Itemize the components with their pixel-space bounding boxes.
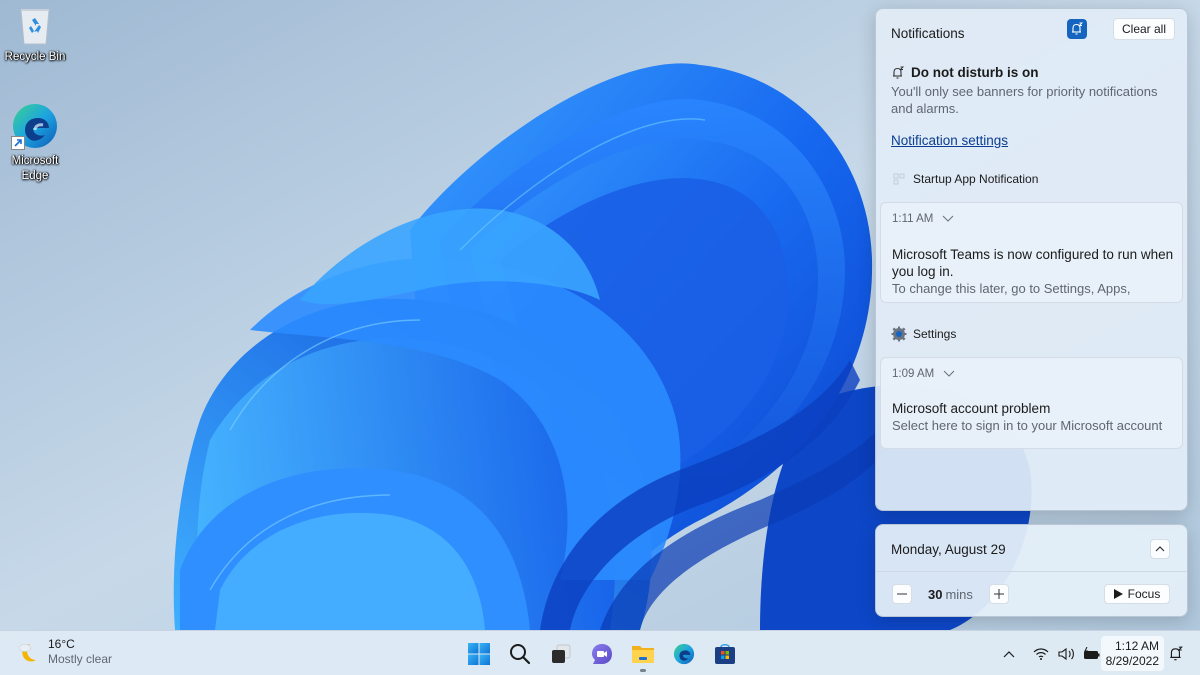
weather-temperature: 16°C	[48, 637, 75, 651]
notification-time: 1:09 AM	[892, 368, 935, 380]
file-explorer-icon	[631, 645, 654, 663]
notification-center-header: Notifications Clear all	[891, 18, 1175, 43]
focus-start-button[interactable]: Focus	[1104, 584, 1170, 604]
focus-button-label: Focus	[1127, 587, 1161, 601]
settings-gear-icon	[891, 326, 907, 342]
app-group-settings: Settings	[891, 326, 956, 342]
volume-icon	[1058, 647, 1074, 660]
notification-center: Notifications Clear all Do not disturb i…	[875, 8, 1188, 511]
taskbar-apps	[458, 631, 745, 675]
desktop-icon-label: Microsoft Edge	[11, 155, 59, 182]
weather-moon-cloud-icon	[18, 644, 36, 662]
taskbar-start-button[interactable]	[458, 631, 499, 675]
play-icon	[1113, 589, 1123, 599]
taskbar-task-view-button[interactable]	[540, 631, 581, 675]
calendar-date: Monday, August 29	[891, 542, 1006, 557]
weather-condition: Mostly clear	[48, 652, 113, 666]
plus-icon	[994, 589, 1004, 599]
notification-body: To change this later, go to Settings, Ap…	[892, 281, 1131, 296]
focus-increase-button[interactable]	[989, 584, 1009, 604]
clock-date: 8/29/2022	[1105, 653, 1159, 668]
chevron-up-icon	[1003, 650, 1015, 657]
taskbar-chat-button[interactable]	[581, 631, 622, 675]
notification-center-button[interactable]	[1165, 643, 1187, 665]
minus-icon	[897, 593, 907, 595]
dnd-title: Do not disturb is on	[911, 65, 1039, 80]
notification-title: Microsoft Teams is now configured to run…	[892, 247, 1174, 279]
edge-icon	[673, 643, 694, 664]
notification-settings-link[interactable]: Notification settings	[891, 133, 1008, 148]
desktop-icon-recycle-bin[interactable]: Recycle Bin	[0, 6, 70, 65]
app-group-label: Settings	[913, 327, 957, 341]
clear-all-button[interactable]: Clear all	[1112, 18, 1175, 40]
desktop-icon-microsoft-edge[interactable]: Microsoft Edge	[0, 102, 70, 184]
chevron-up-icon	[1155, 546, 1165, 552]
notification-center-title: Notifications	[891, 25, 965, 41]
battery-charging-icon	[1084, 646, 1100, 659]
dnd-bell-icon	[1072, 22, 1084, 35]
taskbar-file-explorer-button[interactable]	[622, 631, 663, 675]
chevron-down-icon[interactable]	[942, 215, 954, 223]
teams-chat-icon	[591, 643, 612, 664]
store-icon	[714, 643, 735, 664]
notification-body: Select here to sign in to your Microsoft…	[892, 418, 1163, 433]
wifi-icon	[1033, 647, 1049, 660]
focus-session-controls: 30 mins Focus	[891, 584, 1172, 605]
weather-widget[interactable]: 16°C Mostly clear	[14, 637, 112, 667]
calendar-collapse-button[interactable]	[1150, 539, 1170, 559]
recycle-bin-icon	[20, 9, 50, 45]
running-indicator	[639, 669, 646, 672]
taskbar-search-button[interactable]	[499, 631, 540, 675]
startup-app-icon	[891, 171, 907, 187]
dnd-status: Do not disturb is on You'll only see ban…	[891, 65, 1173, 117]
clock-time: 1:12 AM	[1114, 638, 1159, 653]
app-group-startup: Startup App Notification	[891, 171, 1038, 187]
shortcut-arrow-icon	[11, 136, 25, 150]
system-tray	[998, 631, 1104, 675]
notification-toast[interactable]: 1:09 AM Microsoft account problem Select…	[880, 357, 1183, 449]
dnd-description: You'll only see banners for priority not…	[891, 84, 1158, 116]
app-group-label: Startup App Notification	[913, 172, 1039, 186]
taskbar-edge-button[interactable]	[663, 631, 704, 675]
chevron-down-icon[interactable]	[943, 370, 955, 378]
focus-duration: 30 mins	[928, 587, 973, 602]
focus-unit: mins	[945, 587, 973, 602]
wifi-status[interactable]	[1026, 640, 1056, 668]
taskbar-store-button[interactable]	[704, 631, 745, 675]
dnd-bell-icon	[1170, 646, 1183, 661]
volume-control[interactable]	[1056, 640, 1078, 668]
focus-decrease-button[interactable]	[892, 584, 912, 604]
dnd-bell-icon	[891, 66, 905, 80]
calendar-panel: Monday, August 29 30 mins Focus	[875, 524, 1188, 617]
focus-minutes: 30	[928, 587, 943, 602]
desktop-icon-label: Recycle Bin	[4, 51, 66, 63]
notification-title: Microsoft account problem	[892, 401, 1051, 416]
taskbar-clock[interactable]: 1:12 AM 8/29/2022	[1101, 636, 1164, 671]
task-view-icon	[551, 644, 570, 663]
notification-time: 1:11 AM	[892, 213, 934, 225]
divider	[876, 571, 1187, 572]
taskbar: 16°C Mostly clear 1:12 AM 8/29/2022	[0, 630, 1200, 675]
search-icon	[509, 643, 530, 664]
show-hidden-icons-button[interactable]	[998, 640, 1020, 668]
windows-start-icon	[467, 642, 490, 665]
dnd-toggle-button[interactable]	[1067, 19, 1087, 39]
notification-toast[interactable]: 1:11 AM Microsoft Teams is now configure…	[880, 202, 1183, 303]
